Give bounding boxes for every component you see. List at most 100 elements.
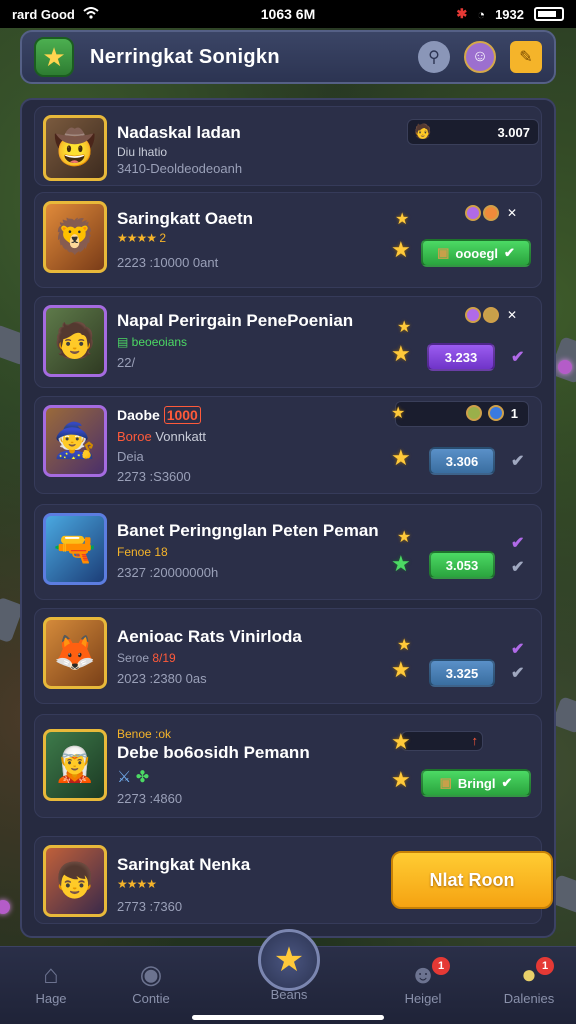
nav-chat[interactable]: ◉ Contie xyxy=(106,957,196,1006)
nav-beans[interactable]: Beans xyxy=(244,987,334,1002)
value-button[interactable]: 3.306 xyxy=(429,447,495,475)
item-name: Banet Peringnglan Peten Peman xyxy=(117,521,379,540)
value-button[interactable]: 3.053 xyxy=(429,551,495,579)
center-star-button[interactable]: ★ xyxy=(258,929,320,991)
avatar[interactable]: ☺ xyxy=(464,41,496,73)
purple-gem-icon xyxy=(465,205,481,221)
ranger-portrait-icon: 🧝 xyxy=(43,729,107,801)
chest-icon: ▣ xyxy=(437,245,450,260)
close-icon[interactable]: ✕ xyxy=(507,308,517,322)
item-subtitle-row: Boroe Vonnkatt xyxy=(117,429,206,444)
home-indicator xyxy=(192,1015,384,1020)
item-subtitle-row: ▤ beoeoians xyxy=(117,335,187,349)
nav-home[interactable]: ⌂ Hage xyxy=(6,957,96,1006)
star-icon: ★ xyxy=(397,637,412,654)
star-icon: ★ xyxy=(397,319,412,336)
profile-icon: ☻ xyxy=(409,959,437,989)
item-meta: 22/ xyxy=(117,355,136,370)
item-meta: 2327 :20000000h xyxy=(117,565,219,580)
gem-row: ✕ xyxy=(465,205,517,221)
rating-stars: ★★★★ xyxy=(117,877,157,891)
hero-portrait-icon: 🧑 xyxy=(43,305,107,377)
star-icon: ★ xyxy=(391,341,411,366)
item-name: Saringkat Nenka xyxy=(117,855,251,874)
list-item[interactable]: 🔫 Banet Peringnglan Peten Peman Fenoe 18… xyxy=(34,504,542,600)
star-icon: ★ xyxy=(391,767,411,792)
list-item[interactable]: 🦊 Aenioac Rats Vinirloda Seroe 8/19 2023… xyxy=(34,608,542,704)
sword-icon: ⚔ xyxy=(117,769,132,786)
nav-profile[interactable]: ☻ Heigel 1 xyxy=(378,957,468,1006)
battery-label: 1932 xyxy=(495,6,524,22)
pin-icon[interactable]: ✎ xyxy=(510,41,542,73)
flag-icon: ↑ xyxy=(471,733,479,748)
gold-gem-icon xyxy=(483,307,499,323)
item-meta: 3410-Deoldeodeoanh xyxy=(117,161,243,176)
item-name: Napal Perirgain PenePoenian xyxy=(117,311,354,330)
nav-profile-label: Heigel xyxy=(404,991,442,1006)
green-star-icon: ★ xyxy=(391,551,411,576)
item-subtitle: Benoe :ok xyxy=(117,727,172,741)
notification-badge: 1 xyxy=(432,957,450,975)
star-icon: ★ xyxy=(391,445,411,470)
top-header: ★ Nerringkat Sonigkn ⚲ ☺ ✎ xyxy=(20,30,556,84)
gem-row: ✕ xyxy=(465,307,517,323)
blue-gem-icon xyxy=(488,405,504,421)
item-subtitle: Fenoe 18 xyxy=(117,545,168,559)
check-icon: ✔ xyxy=(504,245,515,260)
item-name: Daobe xyxy=(117,407,160,423)
close-icon[interactable]: ✕ xyxy=(507,206,517,220)
lightbulb-icon: ● xyxy=(521,959,537,989)
alert-icon: ✱ xyxy=(456,6,468,21)
mini-avatar-icon: 🧑 xyxy=(414,123,432,139)
star-logo-icon[interactable]: ★ xyxy=(34,37,74,77)
list-item[interactable]: 👦 Saringkat Nenka ★★★★ 2773 :7360 Nlat R… xyxy=(34,836,553,924)
list-item[interactable]: 🤠 Nadaskal ladan Diu lhatio 3410-Deoldeo… xyxy=(34,106,542,186)
page-title: Nerringkat Sonigkn xyxy=(90,45,280,68)
nav-dailies[interactable]: ● Dalenies 1 xyxy=(484,957,574,1006)
check-icon[interactable]: ✔ xyxy=(511,533,524,553)
list-item[interactable]: 🧝 Benoe :ok Debe bo6osidh Pemann ⚔ ✤ 227… xyxy=(34,714,542,818)
claim-button[interactable]: ▣ Bringl ✔ xyxy=(421,769,531,797)
check-icon[interactable]: ✔ xyxy=(511,347,524,367)
rating-value: ★★★★ xyxy=(117,877,157,891)
item-meta: 2273 :S3600 xyxy=(117,469,191,484)
check-icon[interactable]: ✔ xyxy=(511,451,524,471)
item-subtitle: beoeoians xyxy=(131,335,188,349)
blaster-portrait-icon: 🔫 xyxy=(43,513,107,585)
list-item[interactable]: 🧙 Daobe 1000 Boroe Vonnkatt Deia 2273 :S… xyxy=(34,396,542,494)
item-rating-row: ★★★★ 2 xyxy=(117,231,166,245)
list-item[interactable]: 🧑 Napal Perirgain PenePoenian ▤ beoeoian… xyxy=(34,296,542,388)
item-subtitle-2: Deia xyxy=(117,449,144,464)
item-name: Nadaskal ladan xyxy=(117,123,241,142)
value-button[interactable]: 3.325 xyxy=(429,659,495,687)
value-bar: ↑ xyxy=(401,731,483,751)
check-icon[interactable]: ✔ xyxy=(511,639,524,659)
star-icon: ★ xyxy=(273,941,305,979)
check-icon[interactable]: ✔ xyxy=(511,663,524,683)
list-item[interactable]: 🦁 Saringkatt Oaetn ★★★★ 2 2223 :10000 0a… xyxy=(34,192,542,288)
counter-label: 1 xyxy=(510,406,518,421)
item-meta: 2023 :2380 0as xyxy=(117,671,207,686)
fox-portrait-icon: 🦊 xyxy=(43,617,107,689)
item-meta: 2273 :4860 xyxy=(117,791,183,806)
beast-portrait-icon: 🦁 xyxy=(43,201,107,273)
nav-chat-label: Contie xyxy=(132,991,170,1006)
status-bar: rard Good 1063 6M ✱ ◔ 1932 xyxy=(0,0,576,28)
chest-icon: ▣ xyxy=(439,775,452,790)
orange-gem-icon xyxy=(483,205,499,221)
clover-icon: ✤ xyxy=(135,769,150,786)
carrier-label: rard Good xyxy=(12,6,75,22)
character-list-panel: 🤠 Nadaskal ladan Diu lhatio 3410-Deoldeo… xyxy=(20,98,556,938)
item-subtitle: Vonnkatt xyxy=(155,429,206,444)
star-icon: ★ xyxy=(395,211,410,228)
item-name: Debe bo6osidh Pemann xyxy=(117,743,310,762)
purple-gem-icon xyxy=(465,307,481,323)
value-label: 3.007 xyxy=(497,125,530,140)
check-icon[interactable]: ✔ xyxy=(511,557,524,577)
star-icon: ★ xyxy=(391,657,411,682)
value-button[interactable]: 3.233 xyxy=(427,343,495,371)
search-icon[interactable]: ⚲ xyxy=(418,41,450,73)
claim-button[interactable]: ▣ oooegl ✔ xyxy=(421,239,531,267)
next-room-button[interactable]: Nlat Roon xyxy=(391,851,553,909)
bottom-nav: ⌂ Hage ◉ Contie ★ Beans ☻ Heigel 1 ● Dal… xyxy=(0,929,576,1024)
